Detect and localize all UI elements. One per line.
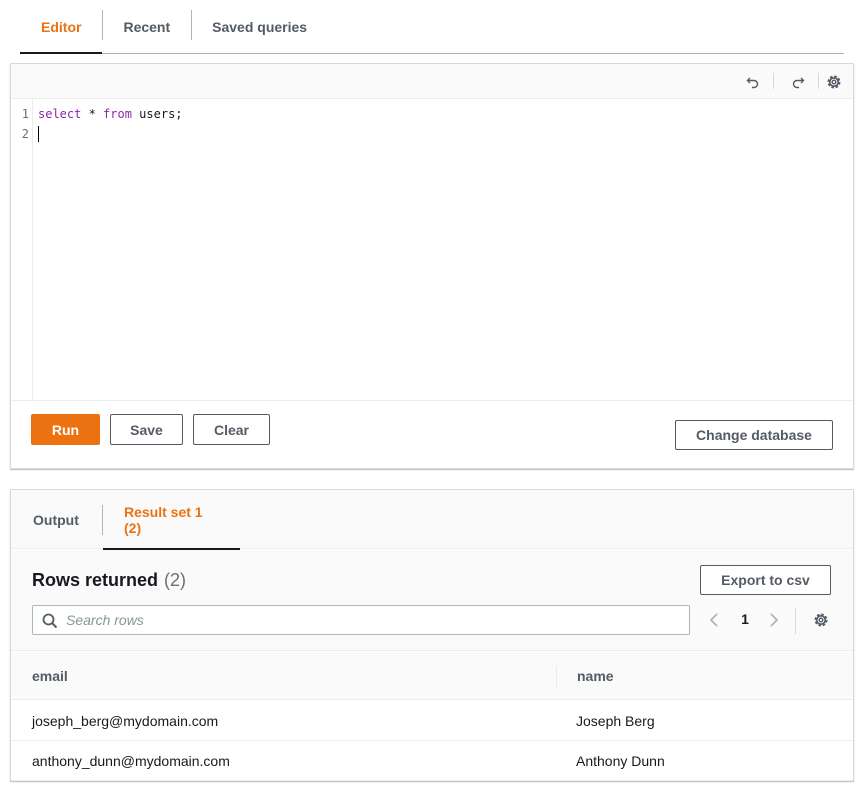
cell-name: Anthony Dunn — [576, 753, 665, 769]
sql-text: users; — [131, 107, 183, 121]
next-page-button[interactable] — [765, 610, 783, 630]
run-button[interactable]: Run — [31, 414, 100, 445]
sql-text: * — [81, 107, 104, 121]
page-number[interactable]: 1 — [735, 611, 755, 627]
export-csv-button[interactable]: Export to csv — [700, 565, 831, 595]
save-button[interactable]: Save — [110, 414, 183, 445]
pager-divider — [795, 608, 796, 634]
line-number: 1 — [21, 107, 29, 121]
text-cursor — [38, 126, 39, 142]
gear-icon[interactable] — [824, 72, 844, 92]
line-number-gutter: 1 2 — [11, 99, 33, 399]
cell-email: joseph_berg@mydomain.com — [32, 713, 219, 729]
cell-name: Joseph Berg — [576, 713, 655, 729]
code-line: select * from users; — [38, 107, 183, 121]
previous-page-button[interactable] — [705, 610, 723, 630]
search-rows-input[interactable] — [66, 606, 666, 634]
query-editor-panel: 1 2 select * from users; Run Save Clear … — [10, 63, 854, 469]
tab-result-set-1[interactable]: Result set 1 (2) — [103, 490, 240, 550]
search-icon — [42, 613, 58, 629]
tab-editor[interactable]: Editor — [20, 0, 103, 54]
top-tabs: Editor Recent Saved queries — [20, 0, 844, 54]
change-database-button[interactable]: Change database — [675, 420, 833, 450]
cell-email: anthony_dunn@mydomain.com — [32, 753, 230, 769]
rows-count: (2) — [164, 570, 187, 590]
rows-returned-title: Rows returned — [32, 570, 159, 590]
clear-button[interactable]: Clear — [193, 414, 270, 445]
code-editor[interactable]: 1 2 select * from users; — [11, 99, 853, 399]
tab-output[interactable]: Output — [12, 490, 100, 549]
toolbar-divider — [773, 73, 774, 89]
table-row: joseph_berg@mydomain.com Joseph Berg — [11, 701, 853, 741]
redo-icon[interactable] — [788, 72, 808, 92]
search-rows-field[interactable] — [32, 605, 690, 635]
sql-keyword: select — [38, 107, 82, 121]
toolbar-divider — [818, 73, 819, 89]
editor-toolbar — [11, 64, 853, 99]
line-number: 2 — [21, 127, 29, 141]
sql-keyword: from — [103, 107, 132, 121]
column-divider[interactable] — [556, 666, 557, 688]
editor-actions: Run Save Clear Change database — [11, 400, 853, 469]
table-row: anthony_dunn@mydomain.com Anthony Dunn — [11, 741, 853, 781]
column-header-email[interactable]: email — [32, 652, 68, 700]
results-tabs: Output Result set 1 (2) — [11, 490, 853, 550]
rows-returned-heading: Rows returned (2) — [32, 570, 186, 591]
tab-recent[interactable]: Recent — [102, 0, 191, 53]
tab-saved-queries[interactable]: Saved queries — [191, 0, 328, 53]
column-header-name[interactable]: name — [577, 652, 614, 700]
results-header: Rows returned(2) Export to csv 1 — [11, 550, 853, 651]
results-panel: Output Result set 1 (2) Rows returned (2)… — [10, 489, 854, 781]
undo-icon[interactable] — [743, 72, 763, 92]
table-settings-gear-icon[interactable] — [811, 610, 831, 630]
table-header: email name — [11, 652, 853, 700]
